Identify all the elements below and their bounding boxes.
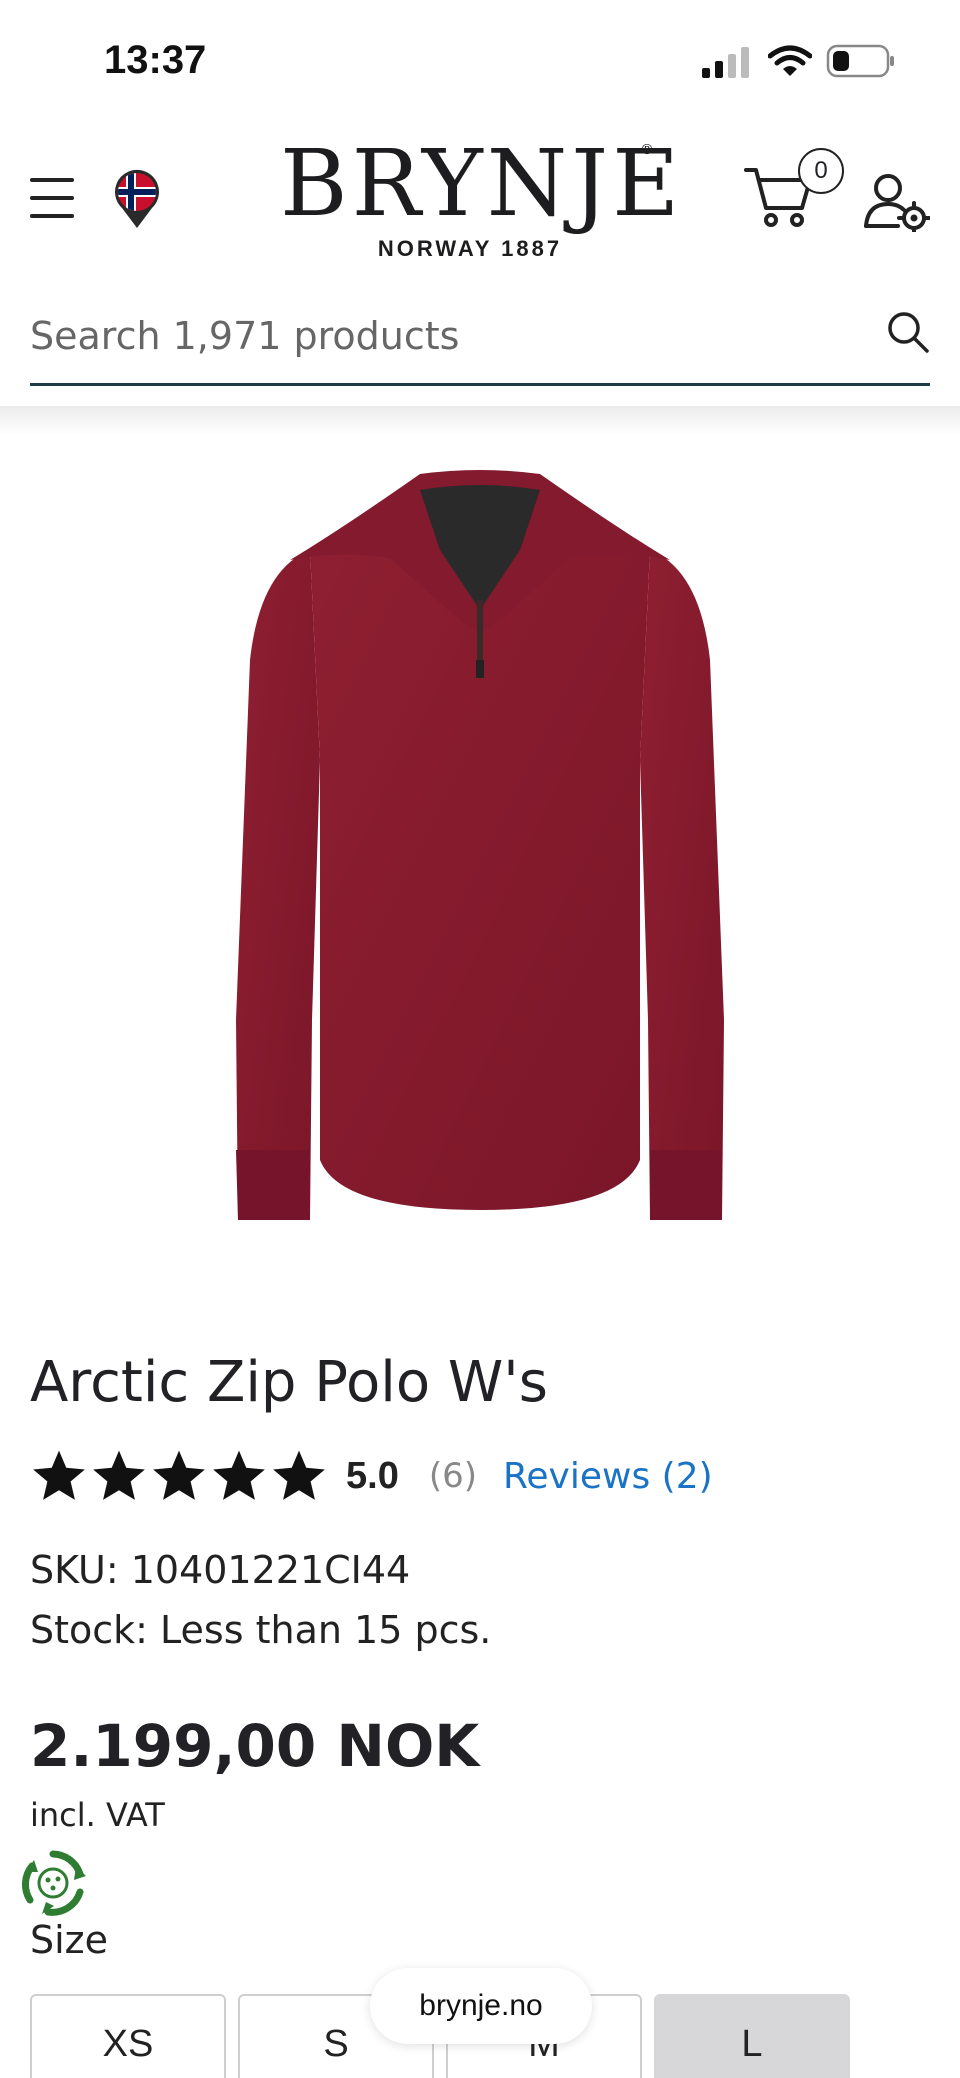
stock-status: Stock: Less than 15 pcs. — [30, 1608, 492, 1652]
account-settings-icon[interactable] — [864, 172, 930, 232]
search-input[interactable] — [30, 306, 850, 366]
star-icon — [33, 1450, 85, 1500]
hamburger-menu-icon[interactable] — [30, 178, 76, 218]
product-price: 2.199,00 NOK — [30, 1712, 480, 1780]
star-icon — [153, 1450, 205, 1500]
cellular-signal-icon — [702, 47, 749, 78]
star-icon — [93, 1450, 145, 1500]
norway-flag-icon[interactable] — [112, 168, 162, 230]
star-icon — [213, 1450, 265, 1500]
cart-count-badge: 0 — [798, 148, 844, 194]
product-sku: SKU: 10401221CI44 — [30, 1548, 411, 1592]
rating-row: 5.0 (6) Reviews (2) — [30, 1446, 713, 1506]
rating-score: 5.0 — [346, 1454, 399, 1497]
eco-recycle-badge-icon[interactable] — [18, 1848, 88, 1918]
logo-registered-mark: ® — [640, 142, 654, 158]
logo-tagline: NORWAY 1887 — [377, 236, 563, 261]
status-time: 13:37 — [104, 38, 207, 82]
header-divider — [0, 406, 960, 436]
product-title: Arctic Zip Polo W's — [30, 1350, 548, 1415]
size-label: Size — [30, 1918, 109, 1962]
site-header: BRYNJE ® NORWAY 1887 0 — [0, 120, 960, 280]
browser-domain-pill[interactable]: brynje.no — [370, 1968, 592, 2044]
logo-wordmark: BRYNJE — [280, 130, 684, 237]
status-bar: 13:37 — [0, 0, 960, 120]
product-page: 13:37 BRYNJE ® NORWAY 1887 0 Search 1,97… — [0, 0, 960, 2078]
search-bar — [30, 296, 930, 386]
brand-logo[interactable]: BRYNJE ® NORWAY 1887 — [280, 130, 684, 262]
search-icon[interactable] — [886, 310, 930, 354]
size-option-l[interactable]: L — [654, 1994, 850, 2078]
battery-icon — [826, 44, 894, 78]
rating-count: (6) — [428, 1456, 477, 1496]
star-icon — [273, 1450, 325, 1500]
vat-note: incl. VAT — [30, 1796, 165, 1834]
size-option-xs[interactable]: XS — [30, 1994, 226, 2078]
wifi-icon — [768, 45, 812, 76]
reviews-link[interactable]: Reviews (2) — [503, 1456, 713, 1497]
product-image[interactable] — [200, 460, 760, 1240]
